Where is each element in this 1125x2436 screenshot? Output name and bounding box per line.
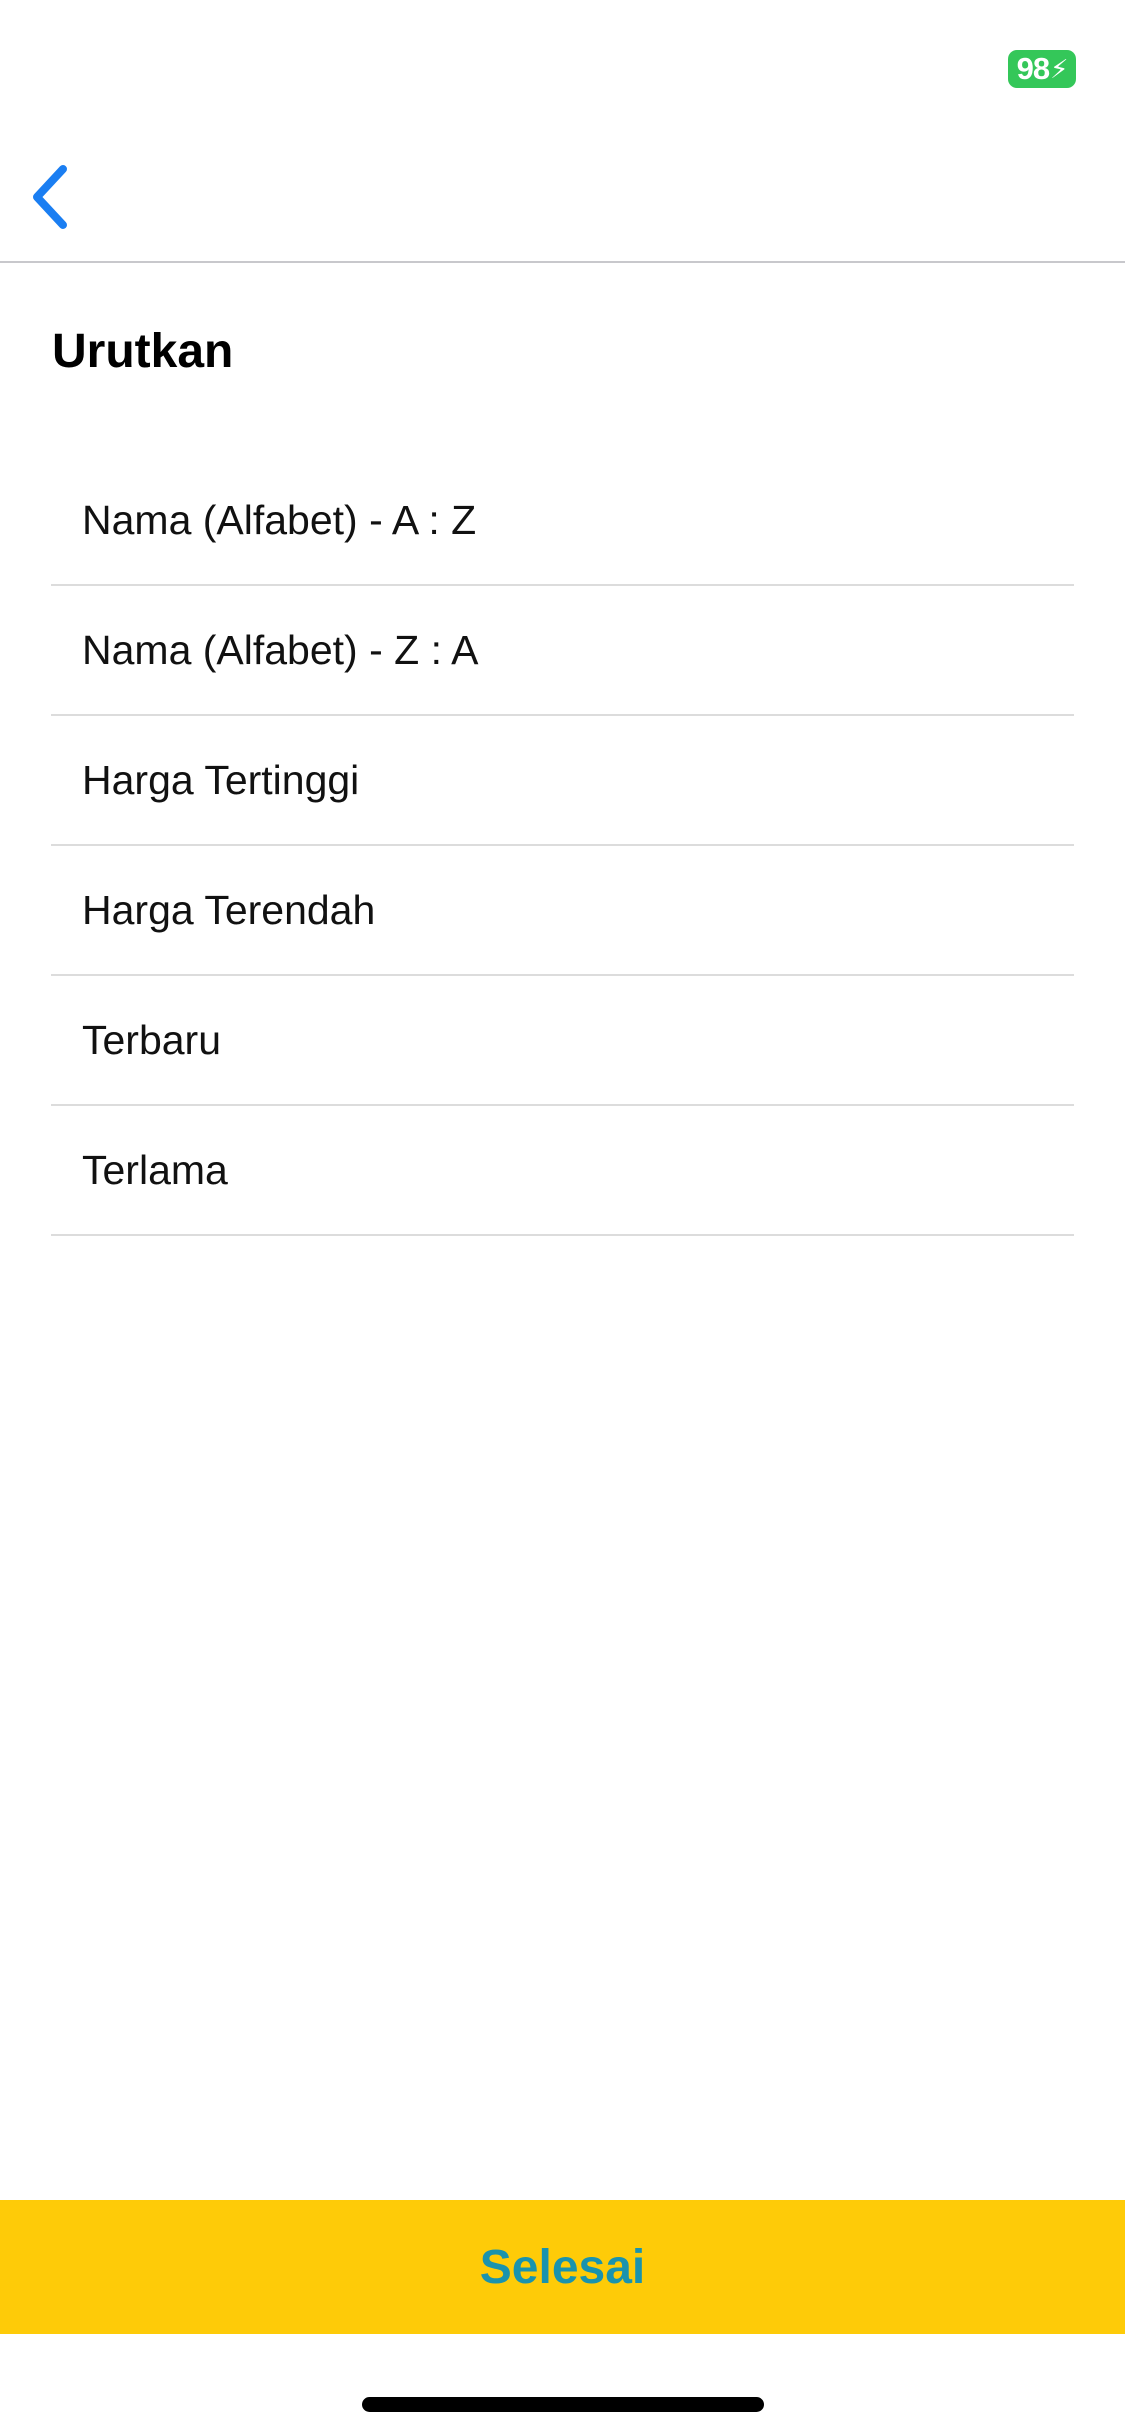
sort-option-label: Terlama <box>82 1147 228 1193</box>
sort-option-oldest[interactable]: Terlama <box>51 1106 1074 1236</box>
sort-option-label: Harga Tertinggi <box>82 757 360 803</box>
chevron-left-icon <box>33 165 67 229</box>
status-bar: 98 ⚡︎ <box>0 0 1125 130</box>
battery-level: 98 <box>1016 51 1050 86</box>
sort-option-label: Harga Terendah <box>82 887 376 933</box>
nav-bar <box>0 130 1125 263</box>
done-button[interactable]: Selesai <box>0 2200 1125 2334</box>
sort-options-list: Nama (Alfabet) - A : Z Nama (Alfabet) - … <box>51 456 1074 1236</box>
back-button[interactable] <box>14 152 84 242</box>
sort-option-highest-price[interactable]: Harga Tertinggi <box>51 716 1074 846</box>
sort-option-newest[interactable]: Terbaru <box>51 976 1074 1106</box>
page-title: Urutkan <box>52 325 234 378</box>
battery-charging-icon: ⚡︎ <box>1050 54 1068 84</box>
sort-option-label: Nama (Alfabet) - A : Z <box>82 497 477 543</box>
sort-option-label: Nama (Alfabet) - Z : A <box>82 627 479 673</box>
sort-option-name-a-z[interactable]: Nama (Alfabet) - A : Z <box>51 456 1074 586</box>
sort-option-lowest-price[interactable]: Harga Terendah <box>51 846 1074 976</box>
sort-option-name-z-a[interactable]: Nama (Alfabet) - Z : A <box>51 586 1074 716</box>
battery-indicator: 98 ⚡︎ <box>1008 50 1076 88</box>
home-indicator <box>362 2397 764 2412</box>
sort-option-label: Terbaru <box>82 1017 222 1063</box>
